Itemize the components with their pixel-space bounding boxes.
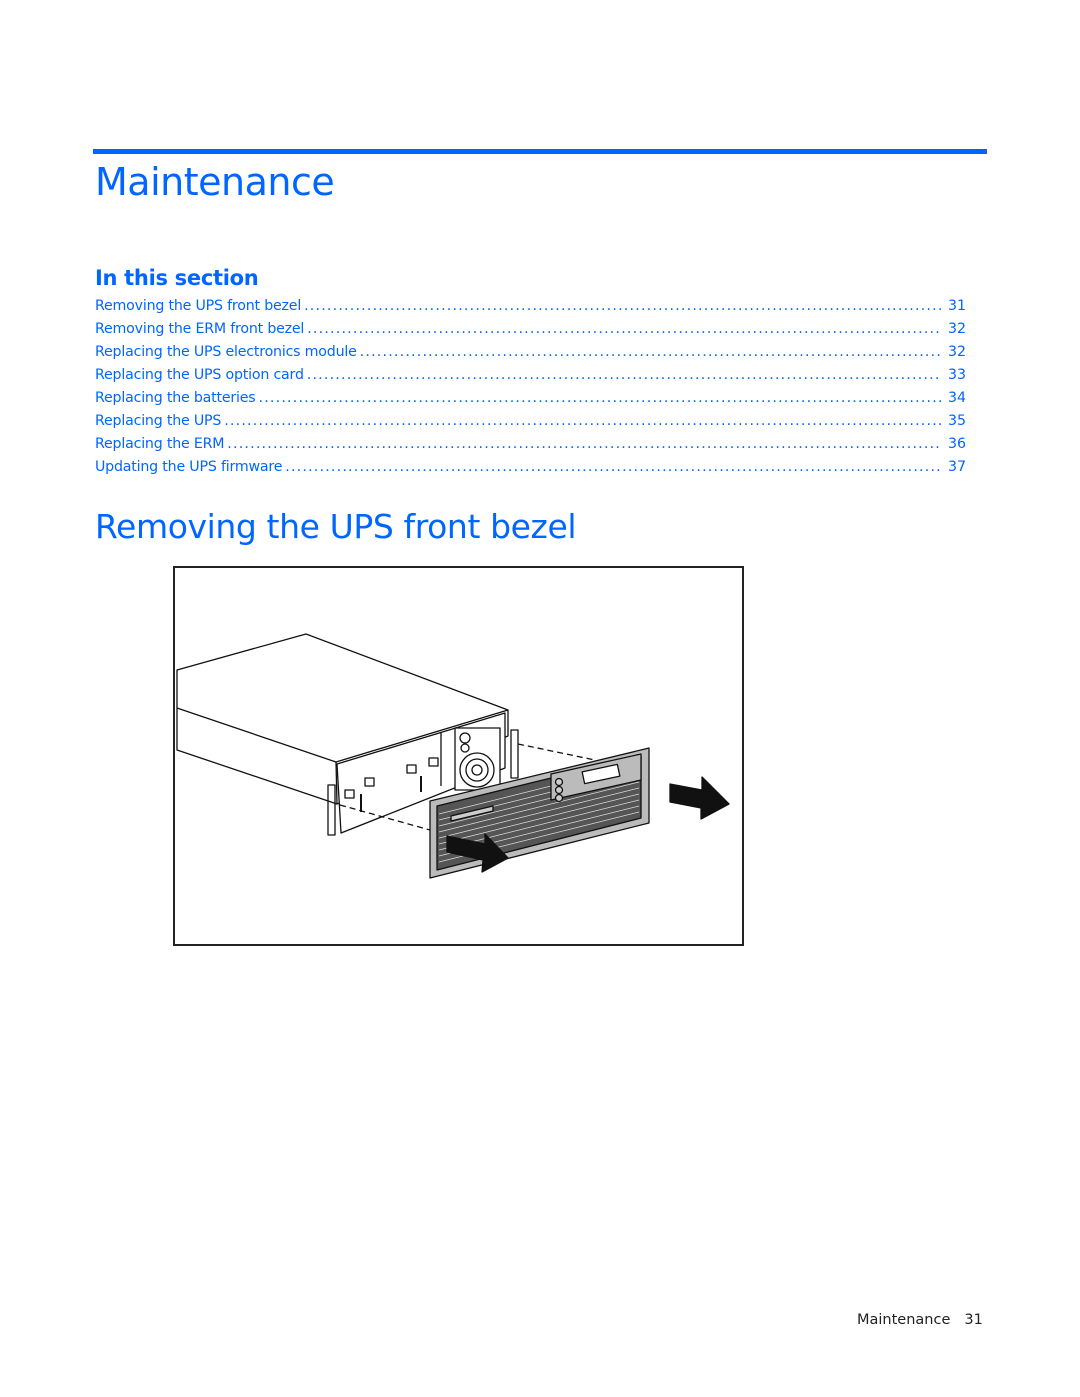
section-toc: Removing the UPS front bezel 31 Removing … <box>95 298 966 482</box>
bezel-removal-figure <box>173 566 744 946</box>
toc-item[interactable]: Removing the UPS front bezel 31 <box>95 298 966 321</box>
toc-item-title[interactable]: Removing the UPS front bezel <box>95 298 301 314</box>
toc-item-page[interactable]: 37 <box>944 459 966 475</box>
in-this-section-label: In this section <box>95 266 259 290</box>
toc-item[interactable]: Updating the UPS firmware 37 <box>95 459 966 482</box>
chapter-rule <box>93 149 987 154</box>
footer-page-number: 31 <box>964 1312 983 1328</box>
toc-leader <box>224 413 941 429</box>
bezel-removal-illustration <box>176 633 730 879</box>
toc-item-page[interactable]: 35 <box>944 413 966 429</box>
page-footer: Maintenance 31 <box>857 1312 983 1328</box>
toc-leader <box>360 344 941 360</box>
section-title: Removing the UPS front bezel <box>95 507 577 546</box>
toc-item-title[interactable]: Replacing the ERM <box>95 436 224 452</box>
toc-item-title[interactable]: Removing the ERM front bezel <box>95 321 304 337</box>
toc-item-title[interactable]: Replacing the UPS <box>95 413 221 429</box>
footer-chapter: Maintenance <box>857 1312 951 1328</box>
toc-item-page[interactable]: 31 <box>944 298 966 314</box>
toc-leader <box>258 390 941 406</box>
toc-item-title[interactable]: Replacing the UPS option card <box>95 367 304 383</box>
toc-item[interactable]: Replacing the UPS option card 33 <box>95 367 966 390</box>
toc-leader <box>285 459 941 475</box>
toc-leader <box>307 367 941 383</box>
toc-item-title[interactable]: Updating the UPS firmware <box>95 459 282 475</box>
toc-item[interactable]: Removing the ERM front bezel 32 <box>95 321 966 344</box>
toc-item[interactable]: Replacing the ERM 36 <box>95 436 966 459</box>
toc-item[interactable]: Replacing the UPS 35 <box>95 413 966 436</box>
toc-item-title[interactable]: Replacing the UPS electronics module <box>95 344 357 360</box>
chapter-title: Maintenance <box>95 160 335 204</box>
toc-item-page[interactable]: 32 <box>944 344 966 360</box>
toc-leader <box>307 321 941 337</box>
toc-leader <box>227 436 941 452</box>
toc-item-page[interactable]: 34 <box>944 390 966 406</box>
toc-item-title[interactable]: Replacing the batteries <box>95 390 256 406</box>
toc-item[interactable]: Replacing the UPS electronics module 32 <box>95 344 966 367</box>
toc-item[interactable]: Replacing the batteries 34 <box>95 390 966 413</box>
toc-item-page[interactable]: 32 <box>944 321 966 337</box>
toc-item-page[interactable]: 33 <box>944 367 966 383</box>
toc-item-page[interactable]: 36 <box>944 436 966 452</box>
toc-leader <box>304 298 941 314</box>
